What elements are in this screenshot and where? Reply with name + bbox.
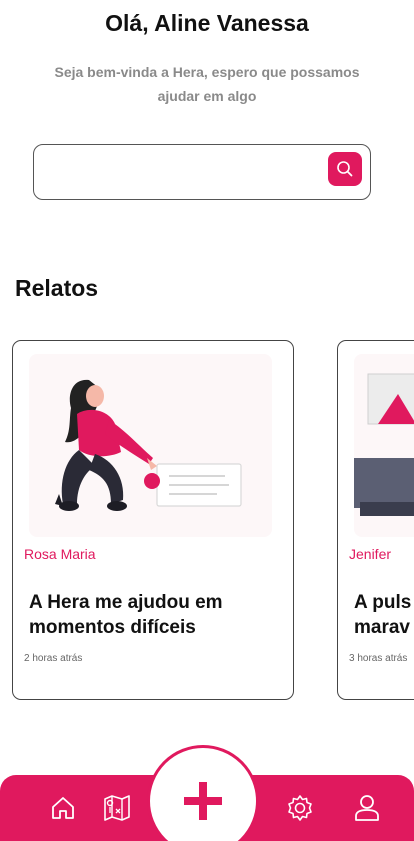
report-author: Jenifer: [349, 546, 392, 562]
report-title-line: A puls: [354, 592, 412, 613]
user-icon: [355, 795, 379, 821]
report-card[interactable]: Rosa Maria A Hera me ajudou em momentos …: [12, 340, 294, 700]
nav-map-button[interactable]: [100, 790, 134, 826]
search-button[interactable]: [328, 152, 362, 186]
section-title-relatos: Relatos: [15, 275, 99, 301]
report-title-line: A Hera me ajudou em: [29, 592, 223, 613]
report-time: 2 horas atrás: [24, 653, 83, 664]
nav-home-button[interactable]: [46, 790, 80, 826]
add-report-button[interactable]: [147, 745, 259, 841]
reports-carousel[interactable]: Rosa Maria A Hera me ajudou em momentos …: [12, 340, 414, 702]
nav-profile-button[interactable]: [350, 790, 384, 826]
report-illustration: [354, 354, 414, 537]
search-bar: [33, 144, 371, 200]
report-card[interactable]: Jenifer A puls marav 3 horas atrás: [337, 340, 414, 700]
search-icon: [337, 161, 353, 177]
report-title: A Hera me ajudou em momentos difíceis: [29, 590, 269, 640]
nav-settings-button[interactable]: [283, 790, 317, 826]
report-title-line: marav: [354, 617, 410, 638]
settings-icon: [288, 795, 312, 821]
welcome-subtitle: Seja bem-vinda a Hera, espero que possam…: [54, 64, 360, 104]
report-author: Rosa Maria: [24, 546, 96, 562]
add-icon: [184, 782, 222, 820]
home-icon: [52, 797, 74, 819]
map-icon: [104, 795, 130, 821]
report-illustration: [29, 354, 272, 537]
report-title-line: momentos difíceis: [29, 617, 196, 638]
report-title: A puls marav: [354, 590, 414, 640]
greeting-title: Olá, Aline Vanessa: [105, 10, 309, 36]
search-input[interactable]: [46, 151, 316, 191]
report-time: 3 horas atrás: [349, 653, 408, 664]
